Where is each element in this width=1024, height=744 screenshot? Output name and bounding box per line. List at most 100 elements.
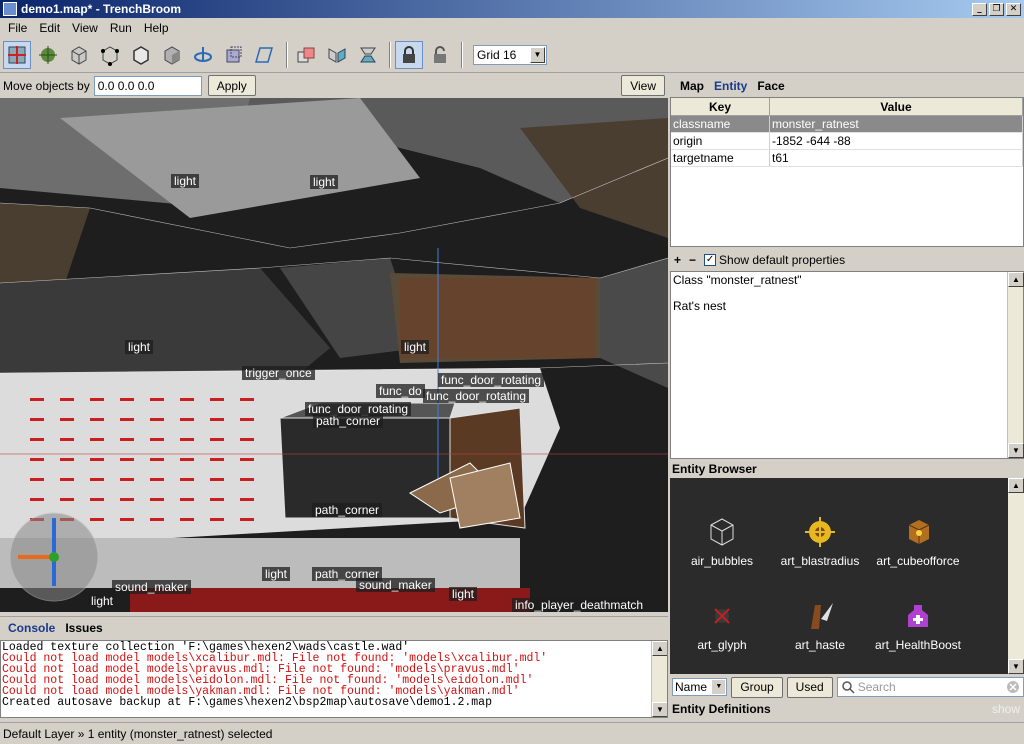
tab-face[interactable]: Face xyxy=(757,79,784,93)
minimize-button[interactable]: _ xyxy=(972,2,987,16)
console-scrollbar[interactable]: ▲ ▼ xyxy=(651,641,667,717)
property-value[interactable]: -1852 -644 -88 xyxy=(770,133,1023,149)
tab-entity[interactable]: Entity xyxy=(714,79,747,93)
scroll-up-icon[interactable]: ▲ xyxy=(652,641,667,656)
flip-vertical-icon[interactable] xyxy=(354,41,382,69)
table-row[interactable]: targetname t61 xyxy=(671,150,1023,167)
move-objects-label: Move objects by xyxy=(3,78,90,93)
menu-run[interactable]: Run xyxy=(104,21,138,35)
maximize-button[interactable]: ❐ xyxy=(989,2,1004,16)
entity-browser[interactable]: air_bubbles art_blastradius art_cubeoffo… xyxy=(670,478,1024,674)
entity-label-light: light xyxy=(171,174,200,188)
add-property-button[interactable]: + xyxy=(674,253,681,267)
vertex-tool-icon[interactable] xyxy=(96,41,124,69)
texture-lock-icon[interactable] xyxy=(395,40,423,69)
healthboost-icon xyxy=(900,598,936,634)
cubeofforce-icon xyxy=(900,514,936,550)
entity-item-label: air_bubbles xyxy=(690,554,754,568)
check-icon: ✓ xyxy=(704,254,717,266)
scroll-up-icon[interactable]: ▲ xyxy=(1008,478,1024,493)
title-bar: demo1.map* - TrenchBroom _ ❐ ✕ xyxy=(0,0,1024,18)
entity-label-light: light xyxy=(310,175,339,189)
tab-console[interactable]: Console xyxy=(8,621,55,635)
property-key[interactable]: origin xyxy=(671,133,770,149)
toolbar-separator xyxy=(461,41,463,68)
property-tools: + − ✓ Show default properties xyxy=(670,250,1024,270)
entity-label-func-do: func_do xyxy=(376,384,425,398)
property-value[interactable]: monster_ratnest xyxy=(770,116,1023,132)
entity-definitions-title[interactable]: Entity Definitions xyxy=(672,702,771,716)
entity-definitions-show[interactable]: show xyxy=(992,702,1020,716)
toolbar-separator xyxy=(286,41,288,68)
menu-bar: File Edit View Run Help xyxy=(0,18,1024,37)
property-key[interactable]: classname xyxy=(671,116,770,132)
menu-file[interactable]: File xyxy=(2,21,33,35)
move-objects-bar: Move objects by Apply View xyxy=(0,73,668,98)
menu-edit[interactable]: Edit xyxy=(33,21,66,35)
close-button[interactable]: ✕ xyxy=(1006,2,1021,16)
entity-browser-scrollbar[interactable]: ▲ ▼ xyxy=(1008,478,1024,674)
property-key[interactable]: targetname xyxy=(671,150,770,166)
used-button[interactable]: Used xyxy=(786,676,833,698)
entity-item[interactable]: art_HealthBoost xyxy=(868,598,968,652)
entity-tool-icon[interactable] xyxy=(34,41,62,69)
scroll-down-icon[interactable]: ▼ xyxy=(1008,443,1024,458)
move-tool-icon[interactable] xyxy=(3,40,31,69)
entity-item-label: art_glyph xyxy=(697,638,747,652)
window-title: demo1.map* - TrenchBroom xyxy=(21,2,182,16)
search-placeholder: Search xyxy=(857,680,896,694)
entity-item[interactable]: art_glyph xyxy=(672,598,772,652)
entity-item[interactable]: art_haste xyxy=(770,598,870,652)
tab-map[interactable]: Map xyxy=(680,79,704,93)
uv-lock-icon[interactable] xyxy=(426,41,454,69)
entity-item[interactable]: air_bubbles xyxy=(672,514,772,568)
flip-horizontal-icon[interactable] xyxy=(323,41,351,69)
scroll-down-icon[interactable]: ▼ xyxy=(652,702,667,717)
scale-tool-icon[interactable] xyxy=(220,41,248,69)
group-button[interactable]: Group xyxy=(731,676,783,698)
entity-description: Class "monster_ratnest" Rat's nest ▲ ▼ xyxy=(670,271,1024,459)
shear-tool-icon[interactable] xyxy=(251,41,279,69)
entity-search-field[interactable]: Search xyxy=(836,677,1024,697)
entity-label-light: light xyxy=(262,567,291,581)
entity-label-info-player-deathmatch: info_player_deathmatch xyxy=(512,598,647,612)
entity-class-line: Class "monster_ratnest" xyxy=(673,273,802,287)
column-header-key[interactable]: Key xyxy=(671,98,770,115)
entity-properties-table: Key Value classname monster_ratnest orig… xyxy=(670,97,1024,247)
entity-label-light: light xyxy=(449,587,478,601)
console-output[interactable]: Loaded texture collection 'F:\games\hexe… xyxy=(0,640,668,718)
menu-view[interactable]: View xyxy=(66,21,104,35)
rotate-tool-icon[interactable] xyxy=(189,41,217,69)
clear-icon[interactable] xyxy=(1006,680,1020,697)
duplicate-icon[interactable] xyxy=(292,41,320,69)
table-row[interactable]: classname monster_ratnest xyxy=(671,116,1023,133)
view-button[interactable]: View xyxy=(621,75,665,96)
menu-help[interactable]: Help xyxy=(138,21,175,35)
edge-tool-icon[interactable] xyxy=(127,41,155,69)
entity-label-func-door-rotating: func_door_rotating xyxy=(423,389,530,403)
scroll-up-icon[interactable]: ▲ xyxy=(1008,272,1024,287)
move-objects-input[interactable] xyxy=(93,75,202,96)
remove-property-button[interactable]: − xyxy=(689,253,696,267)
tab-issues[interactable]: Issues xyxy=(65,621,102,635)
entity-item[interactable]: art_cubeofforce xyxy=(868,514,968,568)
property-value[interactable]: t61 xyxy=(770,150,1023,166)
brush-tool-icon[interactable] xyxy=(65,41,93,69)
entity-label-func-door-rotating: func_door_rotating xyxy=(438,373,545,387)
scroll-down-icon[interactable]: ▼ xyxy=(1008,659,1024,674)
glyph-icon xyxy=(704,598,740,634)
table-row[interactable]: origin -1852 -644 -88 xyxy=(671,133,1023,150)
3d-viewport[interactable]: light light light light trigger_once fun… xyxy=(0,98,668,612)
grid-size-select[interactable]: Grid 16 ▼ xyxy=(473,44,547,65)
entity-label-sound-maker: sound_maker xyxy=(356,578,435,592)
face-tool-icon[interactable] xyxy=(158,41,186,69)
apply-button[interactable]: Apply xyxy=(207,75,256,96)
description-scrollbar[interactable]: ▲ ▼ xyxy=(1007,272,1024,458)
sort-select[interactable]: Name ▼ xyxy=(672,678,728,696)
entity-item[interactable]: art_blastradius xyxy=(770,514,870,568)
show-default-properties-checkbox[interactable]: ✓ Show default properties xyxy=(704,253,845,267)
sort-select-value: Name xyxy=(675,680,708,694)
status-bar: Default Layer » 1 entity (monster_ratnes… xyxy=(0,722,1024,744)
column-header-value[interactable]: Value xyxy=(770,98,1023,115)
chevron-down-icon: ▼ xyxy=(712,680,726,694)
